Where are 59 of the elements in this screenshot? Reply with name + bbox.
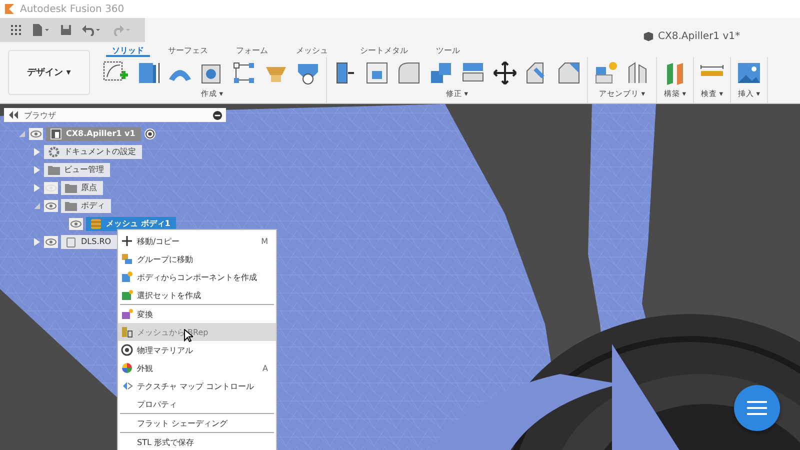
eye-icon[interactable] [44, 236, 58, 248]
eye-icon[interactable] [69, 218, 83, 230]
menu-item[interactable]: 変換 [118, 305, 276, 323]
folder-icon [65, 183, 77, 193]
expand-triangle-icon[interactable] [33, 148, 41, 156]
tree-item[interactable]: 原点 [61, 181, 103, 195]
collapse-arrows-icon[interactable] [8, 111, 18, 119]
undo-icon[interactable] [82, 24, 102, 36]
expand-triangle-icon[interactable] [33, 238, 41, 246]
expand-triangle-icon[interactable] [33, 184, 41, 192]
tree-item[interactable]: メッシュ ボディ1 [86, 217, 176, 231]
expand-triangle-icon[interactable] [33, 166, 41, 174]
gear-icon [48, 146, 60, 158]
selection-set-icon [121, 289, 133, 301]
component-icon [50, 128, 62, 140]
component-icon [121, 271, 133, 283]
ribbon-tab[interactable]: ソリッド [106, 42, 150, 57]
ribbon-tab[interactable]: サーフェス [162, 42, 214, 57]
menu-item[interactable]: 外観 A [118, 359, 276, 377]
target-icon[interactable] [144, 128, 156, 140]
eye-icon[interactable] [44, 200, 58, 212]
grid-menu-icon[interactable] [10, 24, 22, 36]
menu-item[interactable]: ボディからコンポーネントを作成 [118, 268, 276, 286]
folder-icon [65, 201, 77, 211]
menu-item[interactable]: 物理マテリアル [118, 341, 276, 359]
mesh-body-icon [90, 218, 102, 230]
menu-icon [747, 401, 767, 415]
tree-item[interactable]: ドキュメントの設定 [44, 145, 142, 159]
browser-title: ブラウザ [24, 110, 57, 120]
material-ball-icon [121, 344, 133, 356]
mesh-brep-icon [121, 326, 133, 338]
ribbon-tab[interactable]: メッシュ [290, 42, 334, 57]
save-icon[interactable] [60, 24, 72, 36]
folder-icon [48, 165, 60, 175]
convert-cube-icon [121, 308, 133, 320]
app-title: Autodesk Fusion 360 [20, 4, 124, 14]
tree-item[interactable]: ビュー管理 [44, 163, 110, 177]
tree-item[interactable]: ボディ [61, 199, 111, 213]
ribbon-tab[interactable]: シートメタル [354, 42, 414, 57]
menu-item[interactable]: プロパティ [118, 395, 276, 413]
workspace-dropdown[interactable]: デザイン ▾ [8, 50, 90, 95]
menu-item[interactable]: 選択セットを作成 [118, 286, 276, 304]
menu-item[interactable]: STL 形式で保存 [118, 433, 276, 450]
menu-item[interactable]: 移動/コピー M [118, 232, 276, 250]
file-icon[interactable] [32, 24, 50, 36]
app-logo-icon [4, 3, 16, 15]
group-folder-icon [121, 253, 133, 265]
ribbon-tab[interactable]: フォーム [230, 42, 274, 57]
menu-item[interactable]: グループに移動 [118, 250, 276, 268]
menu-item[interactable]: フラット シェーディング [118, 414, 276, 432]
color-wheel-icon [121, 362, 133, 374]
tree-item[interactable]: DLS.RO [61, 235, 118, 249]
document-title: CX8.Apiller1 v1* [658, 31, 740, 42]
ribbon-tab[interactable]: ツール [430, 42, 466, 57]
texture-map-icon [121, 380, 133, 392]
eye-icon[interactable] [29, 128, 43, 140]
body-cube-icon [65, 236, 77, 248]
menu-item[interactable]: テクスチャ マップ コントロール [118, 377, 276, 395]
minus-circle-icon[interactable] [213, 110, 222, 120]
